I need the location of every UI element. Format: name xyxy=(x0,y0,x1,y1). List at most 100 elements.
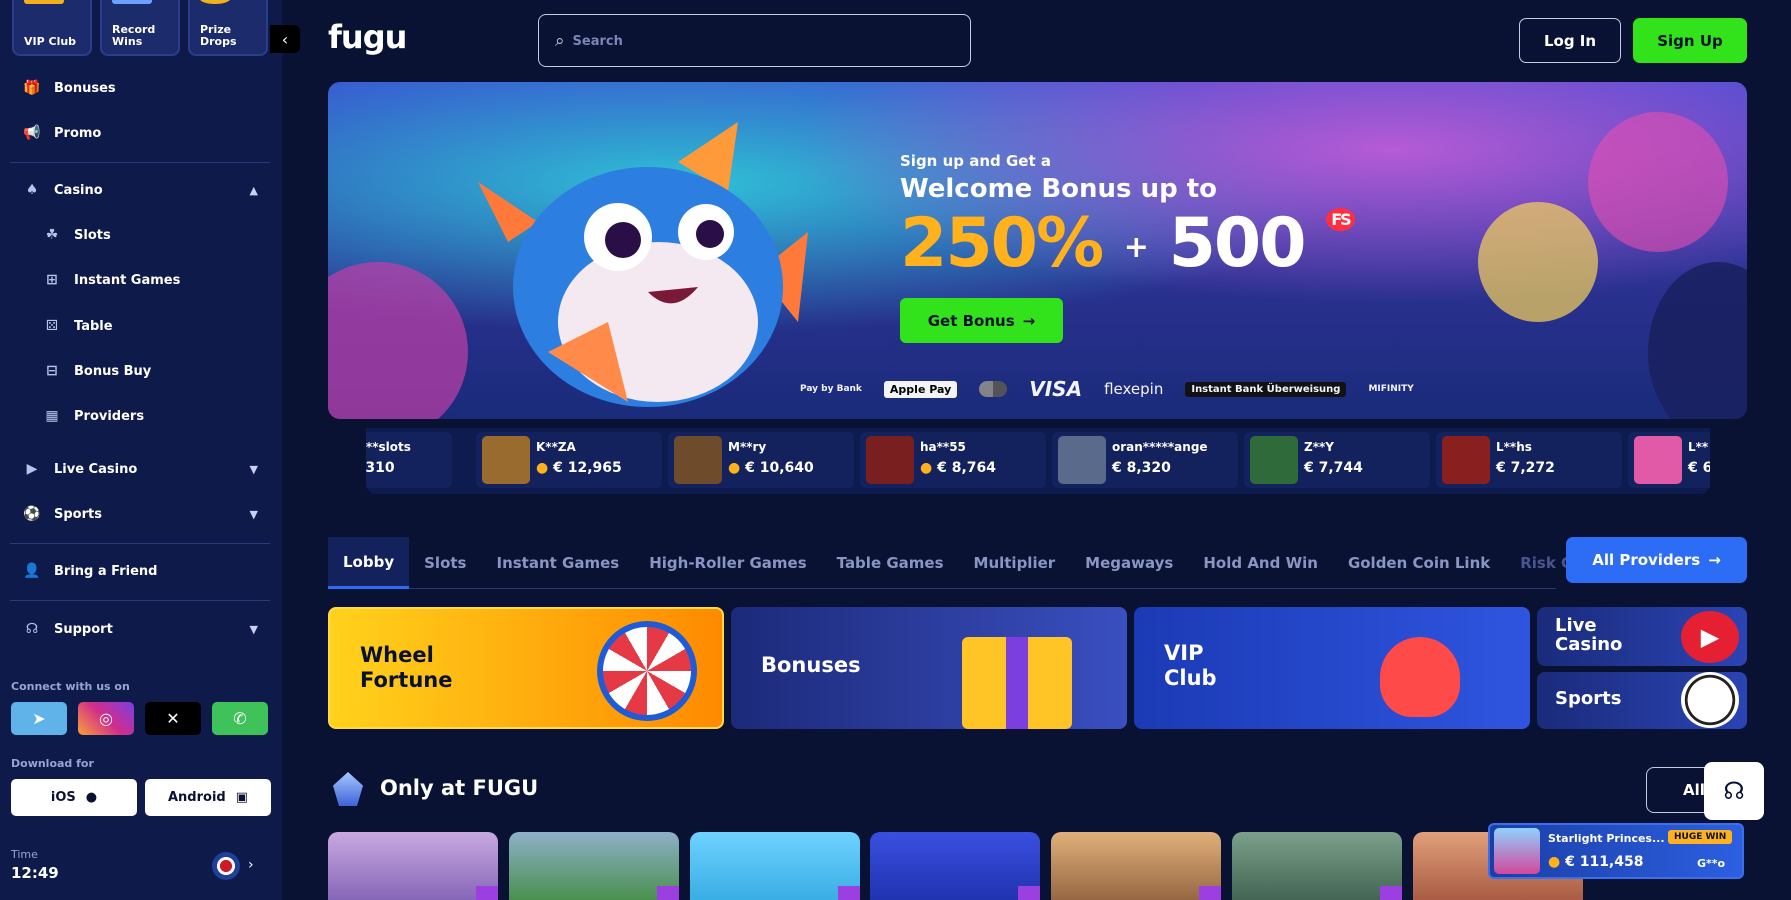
tile-bonuses[interactable]: Bonuses xyxy=(731,607,1127,729)
hero-plus: + xyxy=(1123,229,1149,265)
coral-decoration xyxy=(1478,202,1598,322)
collapse-sidebar-button[interactable]: ‹ xyxy=(270,25,300,53)
tile-live-casino[interactable]: Live Casino ▶ xyxy=(1537,607,1747,666)
sidebar-item-casino[interactable]: ♠ Casino ▲ xyxy=(0,172,282,208)
download-ios-label: iOS xyxy=(50,790,76,805)
coin-icon xyxy=(200,0,230,4)
tab-golden-coin-link[interactable]: Golden Coin Link xyxy=(1333,537,1505,589)
tab-megaways[interactable]: Megaways xyxy=(1070,537,1188,589)
sidebar-item-live-casino[interactable]: ▶ Live Casino ▼ xyxy=(0,451,282,487)
instagram-icon[interactable]: ◎ xyxy=(78,702,134,735)
category-tabs: Lobby Slots Instant Games High-Roller Ga… xyxy=(328,537,1573,589)
sidebar-item-label: Casino xyxy=(54,182,103,198)
pufferfish-mascot xyxy=(478,122,808,407)
get-bonus-button[interactable]: Get Bonus → xyxy=(900,298,1063,343)
telegram-icon[interactable]: ➤ xyxy=(11,702,67,735)
android-icon: ▣ xyxy=(235,790,249,805)
x-icon[interactable]: ✕ xyxy=(145,702,201,735)
promo-card-record-wins[interactable]: Record Wins xyxy=(100,0,180,56)
uk-flag-icon[interactable] xyxy=(212,852,240,880)
chevron-right-icon[interactable]: › xyxy=(248,857,254,873)
search-input[interactable] xyxy=(572,32,933,49)
huge-win-amount-value: € 111,458 xyxy=(1565,854,1644,870)
ball-icon: ⚽ xyxy=(23,506,41,522)
sidebar-item-promo[interactable]: 📢 Promo xyxy=(0,115,282,151)
winner-game-thumbnail xyxy=(1250,436,1298,484)
download-android-button[interactable]: Android ▣ xyxy=(145,779,271,816)
search-icon: ⌕ xyxy=(555,30,565,51)
search-bar[interactable]: ⌕ xyxy=(538,14,971,67)
winner-card[interactable]: ha**55 ● € 8,764 xyxy=(860,432,1046,488)
sidebar-item-label: Promo xyxy=(54,125,102,141)
hero-spins: 500 xyxy=(1168,204,1307,283)
huge-win-game-name: Starlight Princes... xyxy=(1548,832,1665,845)
logo[interactable]: fugu xyxy=(328,18,407,56)
time-value: 12:49 xyxy=(11,864,59,882)
sidebar-item-bring-a-friend[interactable]: 👤 Bring a Friend xyxy=(0,553,282,589)
winner-game-thumbnail xyxy=(1058,436,1106,484)
huge-win-notification[interactable]: Starlight Princes... HUGE WIN ● € 111,45… xyxy=(1488,823,1744,879)
download-ios-button[interactable]: iOS ● xyxy=(11,779,137,816)
tab-lobby[interactable]: Lobby xyxy=(328,537,410,589)
winner-amount: € 7,744 xyxy=(1304,460,1363,476)
tab-hold-and-win[interactable]: Hold And Win xyxy=(1188,537,1333,589)
sidebar-item-support[interactable]: ☊ Support ▼ xyxy=(0,611,282,647)
game-card[interactable] xyxy=(690,832,860,900)
sidebar-item-providers[interactable]: ▦ Providers xyxy=(0,398,282,434)
sidebar-item-label: Slots xyxy=(74,227,111,243)
get-bonus-label: Get Bonus xyxy=(927,311,1015,330)
tab-multiplier[interactable]: Multiplier xyxy=(959,537,1071,589)
tab-table-games[interactable]: Table Games xyxy=(822,537,959,589)
winner-username: L** xyxy=(1688,440,1709,454)
game-card[interactable] xyxy=(509,832,679,900)
coral-decoration xyxy=(1588,112,1728,252)
winner-card[interactable]: dm*****slots € 13,310 xyxy=(366,432,452,488)
sidebar-item-slots[interactable]: ☘ Slots xyxy=(0,217,282,253)
sidebar-item-bonuses[interactable]: 🎁 Bonuses xyxy=(0,70,282,106)
signup-button[interactable]: Sign Up xyxy=(1633,18,1747,63)
game-card[interactable] xyxy=(870,832,1040,900)
promo-card-vip-club[interactable]: VIP Club xyxy=(12,0,92,56)
winner-card[interactable]: L**hs € 7,272 xyxy=(1436,432,1622,488)
promo-card-prize-drops[interactable]: Prize Drops xyxy=(188,0,268,56)
game-card[interactable] xyxy=(1232,832,1402,900)
tile-label: Sports xyxy=(1555,688,1622,709)
winner-card[interactable]: Z**Y € 7,744 xyxy=(1244,432,1430,488)
tab-high-roller-games[interactable]: High-Roller Games xyxy=(634,537,821,589)
promo-card-label: Prize Drops xyxy=(200,22,237,48)
coral-decoration xyxy=(328,262,468,419)
support-chat-button[interactable]: ☊ xyxy=(1704,762,1764,820)
login-button[interactable]: Log In xyxy=(1519,18,1621,63)
tab-slots[interactable]: Slots xyxy=(409,537,481,589)
pay-by-bank-logo: Pay by Bank xyxy=(800,384,862,394)
game-card[interactable] xyxy=(328,832,498,900)
winner-card[interactable]: L** € 6 xyxy=(1628,432,1710,488)
hero-percent: 250% xyxy=(900,204,1104,283)
all-providers-button[interactable]: All Providers → xyxy=(1566,537,1747,583)
sidebar-item-bonus-buy[interactable]: ⊟ Bonus Buy xyxy=(0,353,282,389)
winner-game-thumbnail xyxy=(674,436,722,484)
connect-label: Connect with us on xyxy=(11,680,130,693)
exclusive-badge xyxy=(476,886,498,900)
trophy-icon xyxy=(112,0,152,4)
winner-amount: ● € 8,764 xyxy=(920,460,996,476)
winner-username: dm*****slots xyxy=(366,440,411,454)
sidebar-item-table[interactable]: ⚄ Table xyxy=(0,308,282,344)
whatsapp-icon[interactable]: ✆ xyxy=(212,702,268,735)
sidebar-item-sports[interactable]: ⚽ Sports ▼ xyxy=(0,496,282,532)
winner-card[interactable]: oran*****ange € 8,320 xyxy=(1052,432,1238,488)
tab-instant-games[interactable]: Instant Games xyxy=(481,537,634,589)
hero-banner[interactable]: Sign up and Get a Welcome Bonus up to 25… xyxy=(328,82,1747,419)
winner-card[interactable]: M**ry ● € 10,640 xyxy=(668,432,854,488)
fugu-logo-text: fugu xyxy=(328,18,407,56)
tile-wheel-fortune[interactable]: Wheel Fortune xyxy=(328,607,724,729)
winner-card[interactable]: K**ZA ● € 12,965 xyxy=(476,432,662,488)
chevron-up-icon: ▲ xyxy=(249,183,258,197)
game-card[interactable] xyxy=(1051,832,1221,900)
tile-label: VIP Club xyxy=(1164,641,1217,691)
tile-sports[interactable]: Sports xyxy=(1537,672,1747,729)
headset-icon: ☊ xyxy=(1723,777,1745,805)
sidebar-item-instant-games[interactable]: ⊞ Instant Games xyxy=(0,262,282,298)
winner-amount-value: € 10,640 xyxy=(745,460,814,476)
tile-vip-club[interactable]: VIP Club xyxy=(1134,607,1530,729)
